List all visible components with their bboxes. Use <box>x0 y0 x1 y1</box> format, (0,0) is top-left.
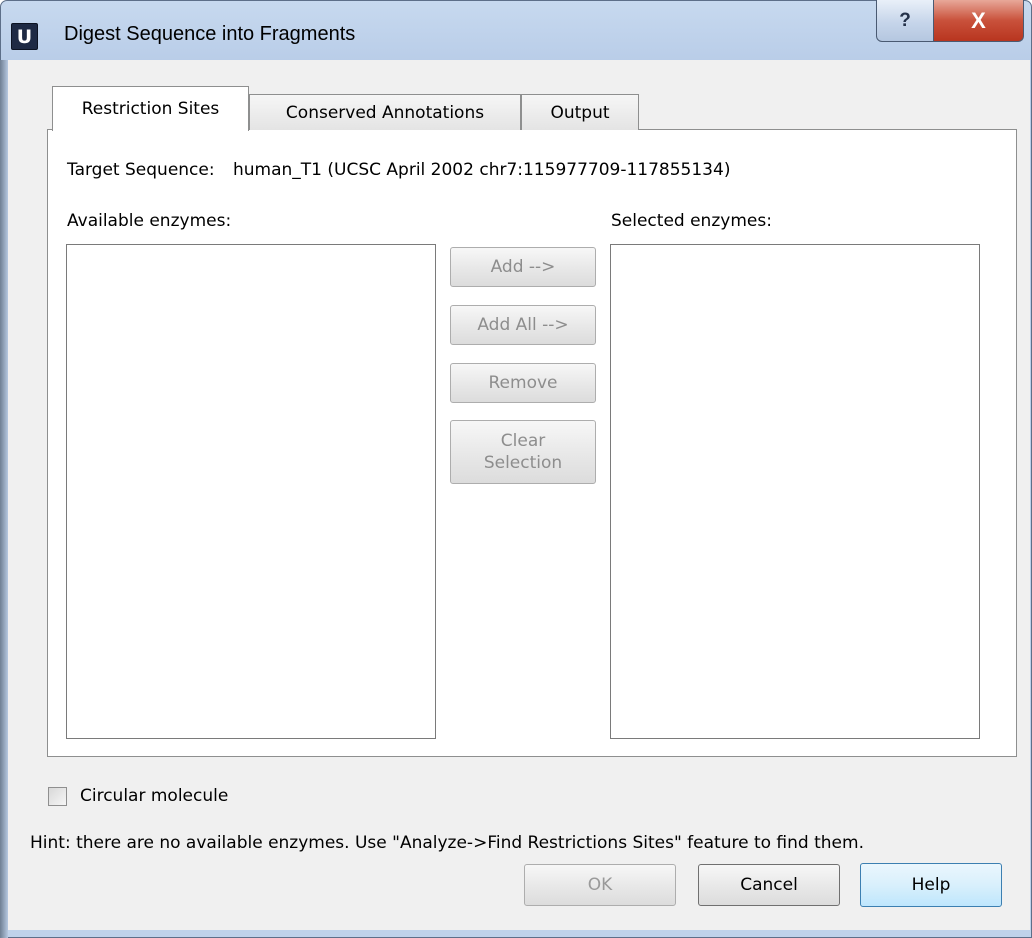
title-help-button[interactable]: ? <box>876 0 934 42</box>
remove-button[interactable]: Remove <box>450 363 596 403</box>
circular-molecule-checkbox[interactable] <box>48 787 67 806</box>
circular-molecule-label[interactable]: Circular molecule <box>80 786 228 806</box>
target-sequence-value: human_T1 (UCSC April 2002 chr7:115977709… <box>233 160 731 180</box>
available-enzymes-label: Available enzymes: <box>67 211 232 231</box>
window-border <box>0 60 8 938</box>
tab-conserved-annotations[interactable]: Conserved Annotations <box>249 94 521 130</box>
available-enzymes-list[interactable] <box>66 244 436 739</box>
add-all-button[interactable]: Add All --> <box>450 305 596 345</box>
add-button[interactable]: Add --> <box>450 247 596 287</box>
app-icon: U <box>11 23 38 50</box>
tab-restriction-sites[interactable]: Restriction Sites <box>52 86 249 131</box>
clear-selection-button[interactable]: Clear Selection <box>450 420 596 484</box>
selected-enzymes-list[interactable] <box>610 244 980 739</box>
hint-text: Hint: there are no available enzymes. Us… <box>30 833 864 853</box>
ok-button[interactable]: OK <box>524 864 676 906</box>
cancel-button[interactable]: Cancel <box>698 864 840 906</box>
help-button[interactable]: Help <box>860 863 1002 907</box>
selected-enzymes-label: Selected enzymes: <box>611 211 772 231</box>
tab-output[interactable]: Output <box>521 94 639 130</box>
close-icon: X <box>971 7 986 33</box>
target-sequence-label: Target Sequence: <box>67 160 215 180</box>
title-close-button[interactable]: X <box>933 0 1024 42</box>
question-mark-icon: ? <box>899 9 911 31</box>
dialog-title: Digest Sequence into Fragments <box>64 23 356 45</box>
